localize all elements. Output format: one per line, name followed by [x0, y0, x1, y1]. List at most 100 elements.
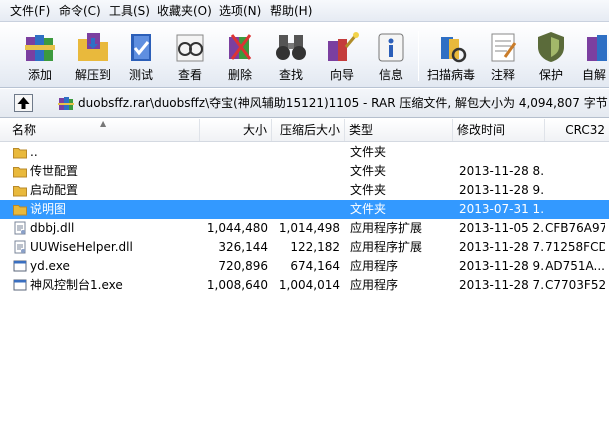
file-row[interactable]: 启动配置 文件夹 2013-11-28 9...	[0, 181, 609, 200]
toolbar: 添加 解压到 测试 查看 删除 查找 向导 信息 扫描病毒 注释 保护 自解	[0, 23, 609, 88]
info-button[interactable]: 信息	[370, 23, 412, 87]
column-packed-size[interactable]: 压缩后大小	[272, 119, 345, 141]
file-size	[200, 200, 268, 219]
column-modified[interactable]: 修改时间	[453, 119, 545, 141]
file-packed-size: 674,164	[290, 259, 340, 273]
delete-button[interactable]: 删除	[219, 23, 261, 87]
file-size: 326,144	[218, 240, 268, 254]
file-size: 720,896	[218, 259, 268, 273]
file-crc32	[545, 162, 605, 181]
extract-to-label: 解压到	[74, 68, 111, 82]
up-folder-button[interactable]	[14, 94, 33, 112]
file-type: 应用程序扩展	[350, 240, 423, 254]
delete-icon	[229, 34, 252, 60]
menu-bar: 文件(F) 命令(C) 工具(S) 收藏夹(O) 选项(N) 帮助(H)	[0, 0, 609, 22]
info-icon	[378, 33, 404, 62]
address-bar: duobsffz.rar\duobsffz\夺宝(神风辅助15121)1105 …	[0, 89, 609, 118]
file-packed-size: 1,014,498	[278, 221, 340, 235]
file-size: 1,044,480	[206, 221, 268, 235]
file-crc32: AD751A...	[545, 259, 605, 273]
toolbar-separator	[418, 31, 419, 81]
file-size	[200, 143, 268, 162]
menu-tools[interactable]: 工具(S)	[109, 3, 150, 19]
exe-file-icon	[13, 279, 27, 291]
file-row[interactable]: yd.exe 720,896 674,164 应用程序 2013-11-28 9... A…	[0, 257, 609, 276]
file-type: 文件夹	[350, 164, 387, 178]
file-name: 启动配置	[30, 183, 79, 197]
sort-arrow-icon: ▲	[100, 119, 107, 128]
file-modified: 2013-11-28 7...	[459, 278, 544, 292]
test-label: 测试	[128, 68, 153, 82]
rar-archive-icon	[58, 97, 74, 110]
file-crc32: 71258FCD	[545, 240, 605, 254]
dll-file-icon	[14, 221, 26, 235]
file-row[interactable]: dbbj.dll 1,044,480 1,014,498 应用程序扩展 2013-11-…	[0, 219, 609, 238]
test-book-icon	[131, 34, 151, 61]
file-list: .. 文件夹 传世配置 文件夹 2013-11-28 8... 启动配置 文件夹 2013-1…	[0, 143, 609, 434]
file-name: dbbj.dll	[30, 221, 75, 235]
sfx-button[interactable]: 自解	[578, 23, 609, 87]
file-size	[200, 181, 268, 200]
column-size[interactable]: 大小	[200, 119, 272, 141]
virus-scan-icon	[441, 37, 467, 63]
sfx-icon	[587, 35, 607, 61]
menu-help[interactable]: 帮助(H)	[270, 3, 312, 19]
dll-file-icon	[14, 240, 26, 254]
file-type: 文件夹	[350, 145, 387, 159]
protect-button[interactable]: 保护	[530, 23, 572, 87]
folder-icon	[13, 186, 27, 197]
menu-options[interactable]: 选项(N)	[219, 3, 261, 19]
file-packed-size	[272, 143, 340, 162]
folder-icon	[13, 148, 27, 159]
file-name: UUWiseHelper.dll	[30, 240, 133, 254]
file-size	[200, 162, 268, 181]
binoculars-icon	[276, 35, 306, 60]
file-row[interactable]: UUWiseHelper.dll 326,144 122,182 应用程序扩展 2013…	[0, 238, 609, 257]
file-crc32: C7703F52	[545, 278, 605, 292]
up-arrow-icon	[17, 97, 30, 109]
column-headers: 名称 ▲ 大小 压缩后大小 类型 修改时间 CRC32	[0, 119, 609, 142]
file-modified: 2013-11-05 2...	[459, 221, 544, 235]
test-button[interactable]: 测试	[120, 23, 162, 87]
file-type: 应用程序	[350, 278, 399, 292]
file-crc32	[545, 200, 605, 219]
file-modified: 2013-07-31 1...	[459, 202, 544, 216]
menu-file[interactable]: 文件(F)	[10, 3, 50, 19]
file-name: 传世配置	[30, 164, 79, 178]
file-row[interactable]: 传世配置 文件夹 2013-11-28 8...	[0, 162, 609, 181]
file-modified: 2013-11-28 9...	[459, 183, 544, 197]
comment-label: 注释	[490, 68, 515, 82]
file-row[interactable]: 神风控制台1.exe 1,008,640 1,004,014 应用程序 2013-11-…	[0, 276, 609, 295]
menu-favorites[interactable]: 收藏夹(O)	[157, 3, 212, 19]
find-button[interactable]: 查找	[268, 23, 314, 87]
delete-label: 删除	[227, 68, 252, 82]
view-button[interactable]: 查看	[169, 23, 211, 87]
protect-label: 保护	[538, 68, 563, 82]
add-button[interactable]: 添加	[17, 23, 63, 87]
file-packed-size: 1,004,014	[278, 278, 340, 292]
view-glasses-icon	[176, 34, 204, 62]
file-name: ..	[30, 145, 38, 159]
file-type: 文件夹	[350, 202, 387, 216]
file-name: 神风控制台1.exe	[30, 278, 123, 292]
file-row[interactable]: .. 文件夹	[0, 143, 609, 162]
archive-path[interactable]: duobsffz.rar\duobsffz\夺宝(神风辅助15121)1105 …	[78, 96, 608, 111]
column-crc32[interactable]: CRC32	[545, 119, 609, 141]
wizard-button[interactable]: 向导	[319, 23, 365, 87]
comment-button[interactable]: 注释	[482, 23, 524, 87]
file-type: 文件夹	[350, 183, 387, 197]
file-packed-size	[272, 181, 340, 200]
scan-virus-label: 扫描病毒	[426, 68, 475, 82]
folder-icon	[13, 167, 27, 178]
info-label: 信息	[378, 68, 403, 82]
file-name: yd.exe	[30, 259, 70, 273]
shield-icon	[538, 32, 564, 62]
column-type[interactable]: 类型	[345, 119, 453, 141]
file-type: 应用程序	[350, 259, 399, 273]
menu-commands[interactable]: 命令(C)	[59, 3, 101, 19]
scan-virus-button[interactable]: 扫描病毒	[424, 23, 478, 87]
file-packed-size	[272, 162, 340, 181]
books-add-icon	[25, 35, 55, 61]
file-row[interactable]: 说明图 文件夹 2013-07-31 1...	[0, 200, 609, 219]
extract-to-button[interactable]: 解压到	[70, 23, 116, 87]
